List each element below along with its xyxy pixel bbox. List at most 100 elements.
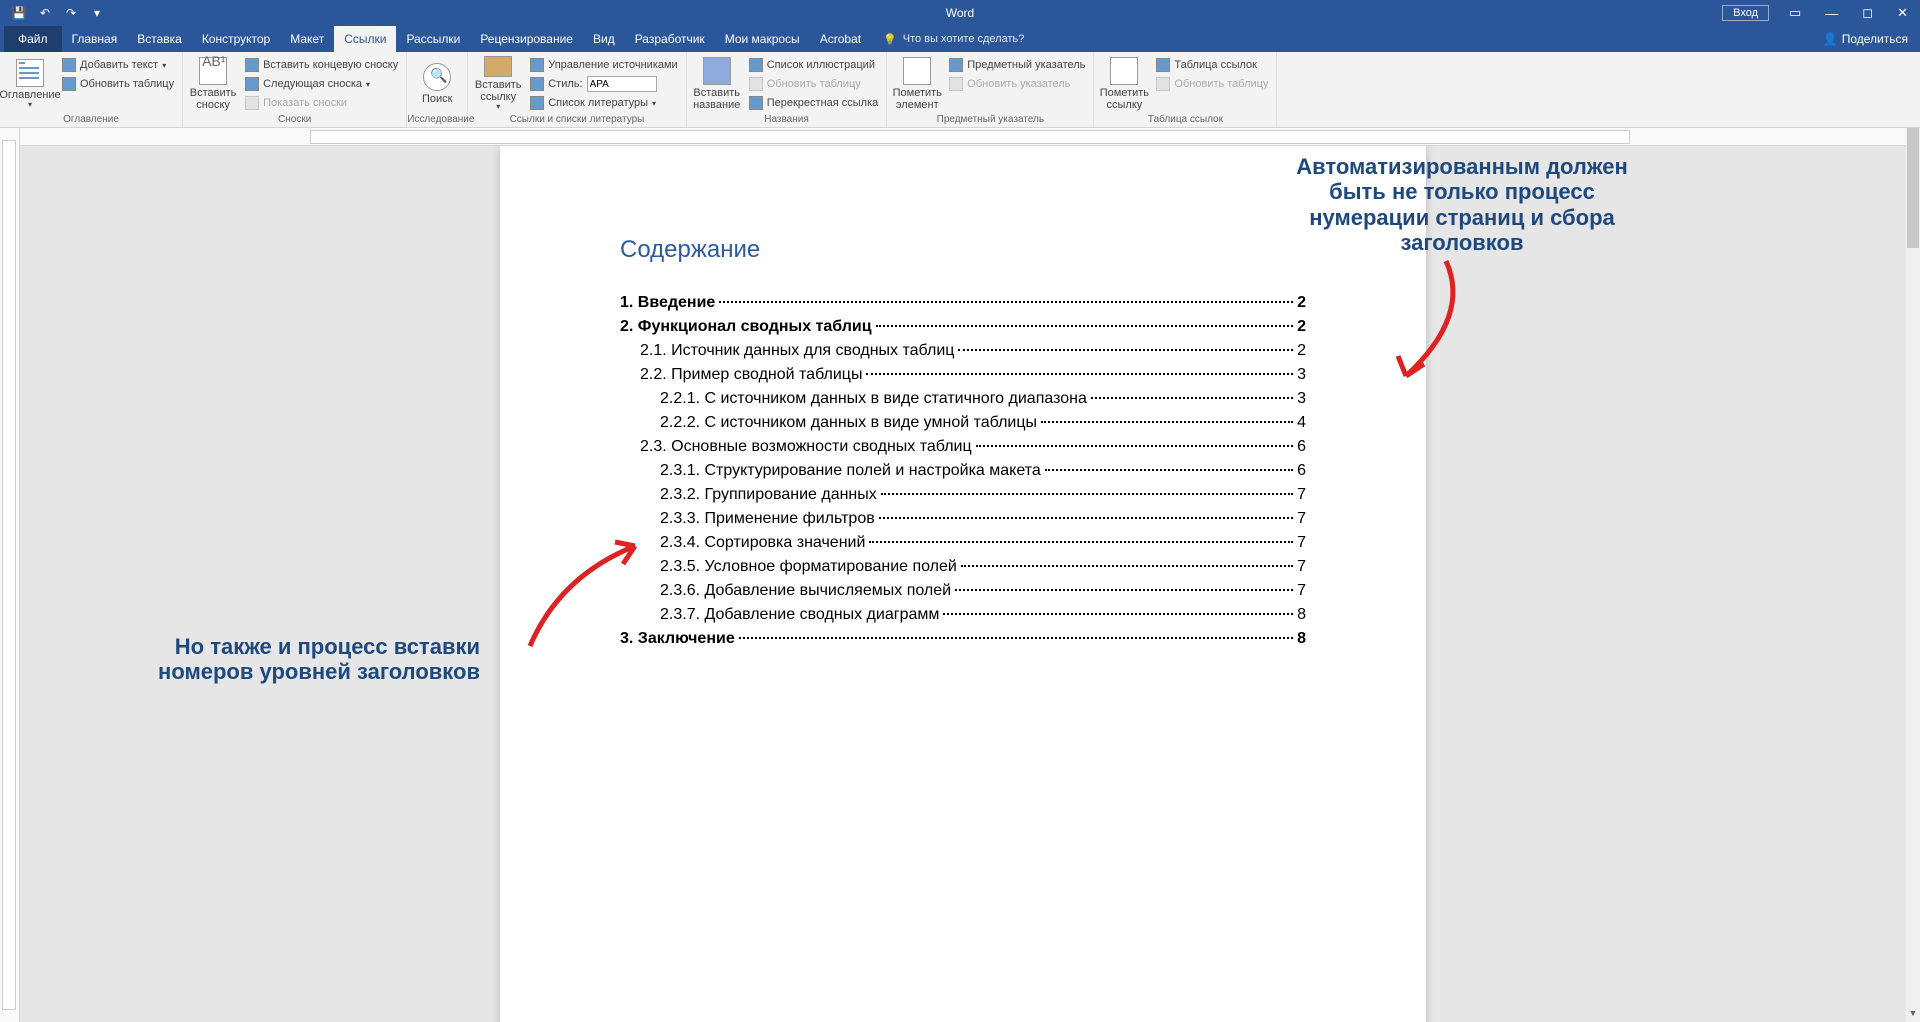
group-captions: Вставить название Список иллюстраций Обн… bbox=[687, 52, 888, 127]
toc-entry[interactable]: 2.2.2. С источником данных в виде умной … bbox=[620, 414, 1306, 432]
qat-customize-button[interactable]: ▾ bbox=[86, 2, 108, 24]
toc-entry-page: 7 bbox=[1297, 558, 1306, 576]
share-button[interactable]: 👤 Поделиться bbox=[1823, 32, 1908, 46]
toc-entry[interactable]: 2.3.5. Условное форматирование полей 7 bbox=[620, 558, 1306, 576]
update-authorities-icon bbox=[1156, 77, 1170, 91]
toc-entry-page: 7 bbox=[1297, 582, 1306, 600]
tell-me[interactable]: 💡 Что вы хотите сделать? bbox=[883, 33, 1024, 46]
tab-мои макросы[interactable]: Мои макросы bbox=[715, 26, 810, 52]
style-select[interactable] bbox=[587, 76, 657, 92]
toc-leader-dots bbox=[719, 301, 1293, 303]
update-toc-icon bbox=[62, 77, 76, 91]
cross-ref-icon bbox=[749, 96, 763, 110]
update-index-button[interactable]: Обновить указатель bbox=[945, 75, 1089, 93]
toc-entry[interactable]: 3. Заключение 8 bbox=[620, 630, 1306, 648]
scroll-down-icon[interactable]: ▼ bbox=[1906, 1008, 1920, 1022]
insert-index-icon bbox=[949, 58, 963, 72]
mark-citation-button[interactable]: Пометить ссылку bbox=[1098, 54, 1150, 112]
update-authorities-button[interactable]: Обновить таблицу bbox=[1152, 75, 1272, 93]
cross-ref-button[interactable]: Перекрестная ссылка bbox=[745, 94, 883, 112]
toc-entry-text: 2.2.2. С источником данных в виде умной … bbox=[660, 414, 1037, 432]
toc-entry[interactable]: 2.3. Основные возможности сводных таблиц… bbox=[620, 438, 1306, 456]
insert-authorities-button[interactable]: Таблица ссылок bbox=[1152, 56, 1272, 74]
toc-entry-page: 6 bbox=[1297, 462, 1306, 480]
show-footnotes-button[interactable]: Показать сноски bbox=[241, 94, 402, 112]
toc-leader-dots bbox=[955, 589, 1293, 591]
tab-макет[interactable]: Макет bbox=[280, 26, 334, 52]
toc-entry-page: 7 bbox=[1297, 486, 1306, 504]
tab-acrobat[interactable]: Acrobat bbox=[810, 26, 871, 52]
tab-главная[interactable]: Главная bbox=[62, 26, 128, 52]
toc-leader-dots bbox=[943, 613, 1293, 615]
toc-entry-page: 2 bbox=[1297, 294, 1306, 312]
toc-entry[interactable]: 2.3.1. Структурирование полей и настройк… bbox=[620, 462, 1306, 480]
minimize-button[interactable]: — bbox=[1813, 0, 1850, 26]
update-authorities-label: Обновить таблицу bbox=[1174, 78, 1268, 90]
toc-entry[interactable]: 2.3.7. Добавление сводных диаграмм 8 bbox=[620, 606, 1306, 624]
toc-entry[interactable]: 2.3.4. Сортировка значений 7 bbox=[620, 534, 1306, 552]
tab-ссылки[interactable]: Ссылки bbox=[334, 26, 396, 52]
insert-index-button[interactable]: Предметный указатель bbox=[945, 56, 1089, 74]
show-footnotes-label: Показать сноски bbox=[263, 97, 347, 109]
close-button[interactable]: ✕ bbox=[1885, 0, 1920, 26]
toc-entry-text: 2.3.6. Добавление вычисляемых полей bbox=[660, 582, 951, 600]
update-toc-button[interactable]: Обновить таблицу bbox=[58, 75, 178, 93]
mark-citation-label: Пометить ссылку bbox=[1098, 87, 1150, 111]
toc-entry-text: 1. Введение bbox=[620, 294, 715, 312]
scrollbar-thumb[interactable] bbox=[1907, 128, 1919, 248]
document-page[interactable]: Содержание 1. Введение 2 2. Функционал св… bbox=[500, 146, 1426, 1022]
group-toc: Оглавление ▾ Добавить текст ▾ Обновить т… bbox=[0, 52, 183, 127]
tab-рецензирование[interactable]: Рецензирование bbox=[470, 26, 583, 52]
toc-entry[interactable]: 1. Введение 2 bbox=[620, 294, 1306, 312]
undo-button[interactable]: ↶ bbox=[34, 2, 56, 24]
toc-entry[interactable]: 2.3.2. Группирование данных 7 bbox=[620, 486, 1306, 504]
tab-разработчик[interactable]: Разработчик bbox=[625, 26, 715, 52]
toc-entry[interactable]: 2.2. Пример сводной таблицы 3 bbox=[620, 366, 1306, 384]
figure-list-button[interactable]: Список иллюстраций bbox=[745, 56, 883, 74]
toc-button[interactable]: Оглавление ▾ bbox=[4, 54, 56, 112]
insert-endnote-button[interactable]: Вставить концевую сноску bbox=[241, 56, 402, 74]
search-button[interactable]: 🔍 Поиск bbox=[411, 54, 463, 112]
group-authorities-label: Таблица ссылок bbox=[1094, 113, 1276, 126]
manage-sources-button[interactable]: Управление источниками bbox=[526, 56, 681, 74]
update-captions-button[interactable]: Обновить таблицу bbox=[745, 75, 883, 93]
insert-caption-label: Вставить название bbox=[691, 87, 743, 111]
tab-рассылки[interactable]: Рассылки bbox=[396, 26, 470, 52]
add-text-button[interactable]: Добавить текст ▾ bbox=[58, 56, 178, 74]
toc-entry[interactable]: 2.3.3. Применение фильтров 7 bbox=[620, 510, 1306, 528]
toc-leader-dots bbox=[739, 637, 1293, 639]
tab-вид[interactable]: Вид bbox=[583, 26, 625, 52]
toc-entry-text: 2.3. Основные возможности сводных таблиц bbox=[640, 438, 972, 456]
bibliography-button[interactable]: Список литературы ▾ bbox=[526, 94, 681, 112]
save-button[interactable]: 💾 bbox=[8, 2, 30, 24]
redo-button[interactable]: ↷ bbox=[60, 2, 82, 24]
add-text-label: Добавить текст bbox=[80, 59, 158, 71]
tab-file[interactable]: Файл bbox=[4, 26, 62, 52]
tab-вставка[interactable]: Вставка bbox=[127, 26, 192, 52]
insert-caption-button[interactable]: Вставить название bbox=[691, 54, 743, 112]
toc-entry[interactable]: 2. Функционал сводных таблиц 2 bbox=[620, 318, 1306, 336]
toc-entry[interactable]: 2.1. Источник данных для сводных таблиц … bbox=[620, 342, 1306, 360]
titlebar: 💾 ↶ ↷ ▾ Word Вход ▭ — ◻ ✕ bbox=[0, 0, 1920, 26]
ribbon-options-button[interactable]: ▭ bbox=[1777, 0, 1813, 26]
insert-citation-button[interactable]: Вставить ссылку ▾ bbox=[472, 54, 524, 112]
next-footnote-button[interactable]: Следующая сноска ▾ bbox=[241, 75, 402, 93]
mark-entry-button[interactable]: Пометить элемент bbox=[891, 54, 943, 112]
toc-entry[interactable]: 2.2.1. С источником данных в виде статич… bbox=[620, 390, 1306, 408]
next-footnote-icon bbox=[245, 77, 259, 91]
insert-footnote-button[interactable]: AB¹ Вставить сноску bbox=[187, 54, 239, 112]
lightbulb-icon: 💡 bbox=[883, 33, 897, 46]
insert-citation-label: Вставить ссылку bbox=[472, 79, 524, 103]
mark-citation-icon bbox=[1110, 57, 1138, 85]
toc-entry[interactable]: 2.3.6. Добавление вычисляемых полей 7 bbox=[620, 582, 1306, 600]
tab-конструктор[interactable]: Конструктор bbox=[192, 26, 280, 52]
toc-leader-dots bbox=[976, 445, 1293, 447]
vertical-scrollbar[interactable]: ▲ ▼ bbox=[1906, 128, 1920, 1022]
toc-leader-dots bbox=[881, 493, 1293, 495]
ruler-vertical[interactable] bbox=[0, 128, 20, 1022]
login-button[interactable]: Вход bbox=[1722, 5, 1769, 21]
ruler-horizontal[interactable] bbox=[20, 128, 1920, 146]
doc-heading: Содержание bbox=[620, 236, 1306, 264]
group-citations-label: Ссылки и списки литературы bbox=[468, 113, 685, 126]
maximize-button[interactable]: ◻ bbox=[1850, 0, 1885, 26]
